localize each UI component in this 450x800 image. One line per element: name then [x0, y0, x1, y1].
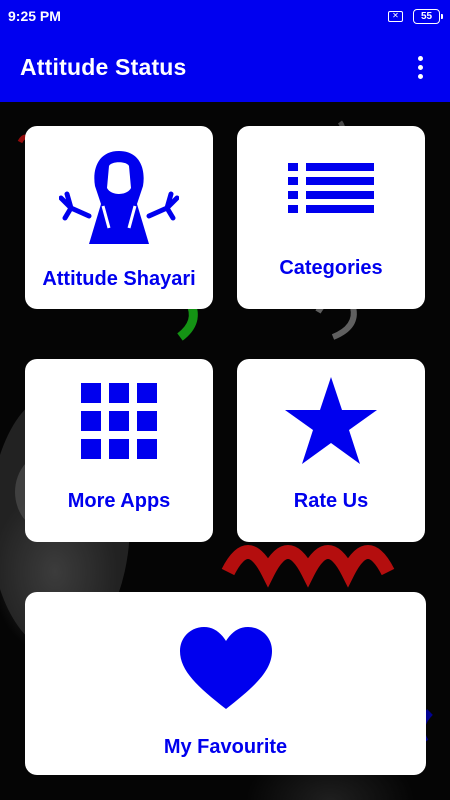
my-favourite-label: My Favourite	[163, 736, 288, 758]
more-apps-card[interactable]: More Apps	[25, 359, 213, 542]
app-bar: Attitude Status	[0, 32, 450, 102]
attitude-shayari-card[interactable]: Attitude Shayari	[25, 126, 213, 309]
hooded-figure-icon	[59, 151, 179, 244]
battery-level: 55	[420, 10, 433, 22]
overflow-menu-icon[interactable]	[408, 52, 432, 82]
status-icons: ✕ 55	[388, 8, 443, 24]
attitude-shayari-label: Attitude Shayari	[42, 268, 196, 290]
main-content: Attitude Shayari Categories More Apps Ra…	[0, 102, 450, 800]
app-title: Attitude Status	[20, 53, 187, 80]
battery-icon: 55	[413, 8, 443, 24]
categories-label: Categories	[279, 257, 383, 279]
grid-icon	[81, 383, 157, 459]
no-sim-icon: ✕	[388, 10, 403, 22]
rate-us-card[interactable]: Rate Us	[237, 359, 425, 542]
more-apps-label: More Apps	[67, 490, 171, 512]
status-bar: 9:25 PM ✕ 55	[0, 0, 450, 32]
categories-card[interactable]: Categories	[237, 126, 425, 309]
star-icon	[285, 377, 377, 464]
heart-icon	[180, 627, 272, 709]
my-favourite-card[interactable]: My Favourite	[25, 592, 426, 775]
list-icon	[288, 163, 374, 213]
status-time: 9:25 PM	[8, 8, 61, 24]
rate-us-label: Rate Us	[293, 490, 369, 512]
